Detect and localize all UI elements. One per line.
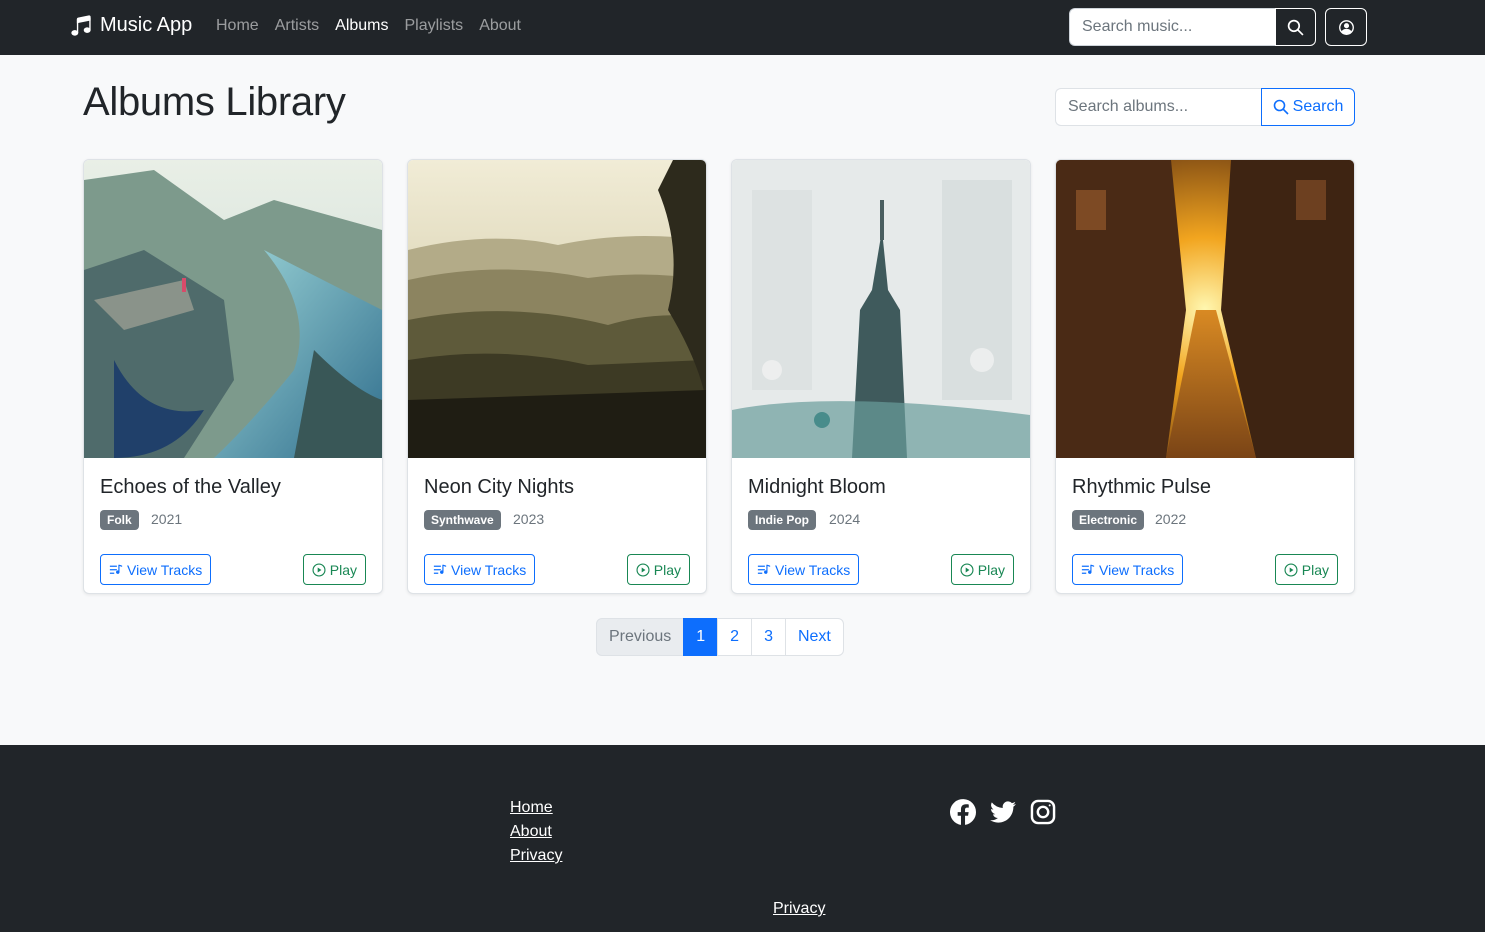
- album-card: Midnight Bloom Indie Pop 2024 View Track…: [731, 159, 1031, 594]
- instagram-icon[interactable]: [1030, 799, 1056, 825]
- search-icon: [1287, 19, 1304, 36]
- play-circle-icon: [960, 562, 974, 577]
- playlist-icon: [757, 564, 771, 574]
- nav-link-about[interactable]: About: [479, 17, 521, 35]
- pagination-page-2[interactable]: 2: [717, 618, 753, 656]
- twitter-icon[interactable]: [990, 799, 1016, 825]
- play-label: Play: [977, 561, 1005, 578]
- music-note-icon: [71, 14, 91, 36]
- view-tracks-button[interactable]: View Tracks: [424, 554, 536, 585]
- album-title: Midnight Bloom: [748, 476, 886, 498]
- pagination: Previous 1 2 3 Next: [596, 618, 844, 656]
- pagination-previous[interactable]: Previous: [596, 618, 685, 656]
- pagination-page-1[interactable]: 1: [683, 618, 719, 656]
- page-title: Albums Library: [83, 80, 346, 124]
- album-title: Neon City Nights: [424, 476, 575, 498]
- social-links: [950, 799, 1056, 825]
- brand-link[interactable]: Music App: [70, 14, 192, 37]
- album-card: Echoes of the Valley Folk 2021 View Trac…: [83, 159, 383, 594]
- footer-privacy-link[interactable]: Privacy: [773, 900, 825, 918]
- genre-badge: Synthwave: [424, 510, 501, 530]
- album-cover-image[interactable]: [732, 160, 1030, 458]
- album-search-button-label: Search: [1292, 98, 1344, 115]
- play-button[interactable]: Play: [626, 554, 690, 585]
- brand-name: Music App: [100, 14, 193, 36]
- nav-link-albums[interactable]: Albums: [335, 17, 388, 35]
- playlist-icon: [109, 564, 123, 574]
- view-tracks-button[interactable]: View Tracks: [100, 554, 212, 585]
- music-search-input[interactable]: [1069, 8, 1276, 46]
- pagination-next[interactable]: Next: [784, 618, 844, 656]
- playlist-icon: [433, 564, 447, 574]
- view-tracks-label: View Tracks: [775, 561, 851, 578]
- album-search-button[interactable]: Search: [1261, 88, 1355, 126]
- footer-link-privacy[interactable]: Privacy: [510, 844, 562, 868]
- footer-link-home[interactable]: Home: [510, 796, 562, 820]
- play-circle-icon: [1284, 562, 1298, 577]
- footer-link-about[interactable]: About: [510, 820, 562, 844]
- view-tracks-button[interactable]: View Tracks: [1072, 554, 1184, 585]
- album-year: 2023: [513, 511, 545, 527]
- play-circle-icon: [636, 562, 650, 577]
- play-label: Play: [1301, 561, 1329, 578]
- nav-link-home[interactable]: Home: [216, 17, 259, 35]
- album-cover-image[interactable]: [408, 160, 706, 458]
- album-title: Echoes of the Valley: [100, 476, 281, 498]
- genre-badge: Electronic: [1072, 510, 1145, 530]
- playlist-icon: [1081, 564, 1095, 574]
- facebook-icon[interactable]: [950, 799, 976, 825]
- album-title: Rhythmic Pulse: [1072, 476, 1211, 498]
- footer: Home About Privacy Privacy: [0, 745, 1485, 932]
- play-button[interactable]: Play: [302, 554, 366, 585]
- genre-badge: Folk: [100, 510, 139, 530]
- play-button[interactable]: Play: [950, 554, 1014, 585]
- play-label: Play: [653, 561, 681, 578]
- genre-badge: Indie Pop: [748, 510, 816, 530]
- search-icon: [1273, 99, 1289, 115]
- nav-link-artists[interactable]: Artists: [275, 17, 319, 35]
- play-circle-icon: [312, 562, 326, 577]
- album-cover-image[interactable]: [84, 160, 382, 458]
- album-card: Rhythmic Pulse Electronic 2022 View Trac…: [1055, 159, 1355, 594]
- user-account-button[interactable]: [1325, 8, 1367, 46]
- nav-links: Home Artists Albums Playlists About: [216, 17, 537, 35]
- album-cover-image[interactable]: [1056, 160, 1354, 458]
- album-year: 2024: [829, 511, 861, 527]
- album-year: 2022: [1155, 511, 1187, 527]
- view-tracks-label: View Tracks: [451, 561, 527, 578]
- nav-link-playlists[interactable]: Playlists: [405, 17, 464, 35]
- play-label: Play: [329, 561, 357, 578]
- user-circle-icon: [1338, 19, 1354, 35]
- album-card: Neon City Nights Synthwave 2023 View Tra…: [407, 159, 707, 594]
- footer-links: Home About Privacy: [510, 796, 562, 868]
- view-tracks-label: View Tracks: [1099, 561, 1175, 578]
- pagination-page-3[interactable]: 3: [751, 618, 786, 656]
- play-button[interactable]: Play: [1274, 554, 1338, 585]
- view-tracks-label: View Tracks: [127, 561, 203, 578]
- view-tracks-button[interactable]: View Tracks: [748, 554, 860, 585]
- top-navbar: Music App Home Artists Albums Playlists …: [0, 0, 1485, 55]
- music-search-button[interactable]: [1275, 8, 1316, 46]
- album-search-input[interactable]: [1055, 88, 1262, 126]
- album-year: 2021: [151, 511, 183, 527]
